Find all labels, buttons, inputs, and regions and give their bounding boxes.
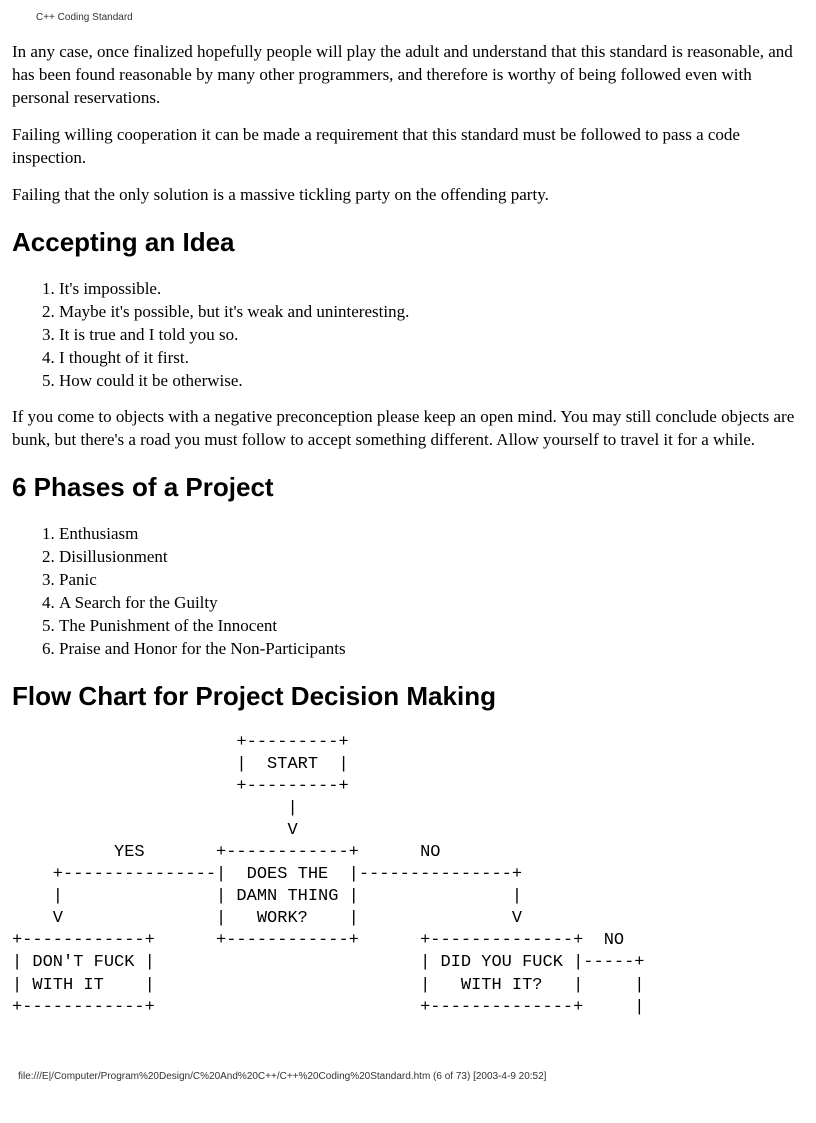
- list-item: Disillusionment: [59, 546, 804, 568]
- body-paragraph: If you come to objects with a negative p…: [12, 406, 804, 452]
- list-item: It is true and I told you so.: [59, 324, 804, 346]
- list-accepting-idea: It's impossible. Maybe it's possible, bu…: [12, 278, 804, 392]
- body-paragraph: Failing willing cooperation it can be ma…: [12, 124, 804, 170]
- list-item: Panic: [59, 569, 804, 591]
- list-item: It's impossible.: [59, 278, 804, 300]
- list-item: A Search for the Guilty: [59, 592, 804, 614]
- list-item: Maybe it's possible, but it's weak and u…: [59, 301, 804, 323]
- page-header: C++ Coding Standard: [36, 12, 804, 23]
- body-paragraph: In any case, once finalized hopefully pe…: [12, 41, 804, 110]
- body-paragraph: Failing that the only solution is a mass…: [12, 184, 804, 207]
- list-item: How could it be otherwise.: [59, 370, 804, 392]
- heading-phases: 6 Phases of a Project: [12, 472, 804, 503]
- list-phases: Enthusiasm Disillusionment Panic A Searc…: [12, 523, 804, 661]
- list-item: The Punishment of the Innocent: [59, 615, 804, 637]
- heading-flowchart: Flow Chart for Project Decision Making: [12, 681, 804, 712]
- page-footer: file:///E|/Computer/Program%20Design/C%2…: [18, 1071, 804, 1082]
- list-item: I thought of it first.: [59, 347, 804, 369]
- heading-accepting-idea: Accepting an Idea: [12, 227, 804, 258]
- list-item: Enthusiasm: [59, 523, 804, 545]
- list-item: Praise and Honor for the Non-Participant…: [59, 638, 804, 660]
- flowchart-ascii: +---------+ | START | +---------+ | V YE…: [12, 732, 804, 1019]
